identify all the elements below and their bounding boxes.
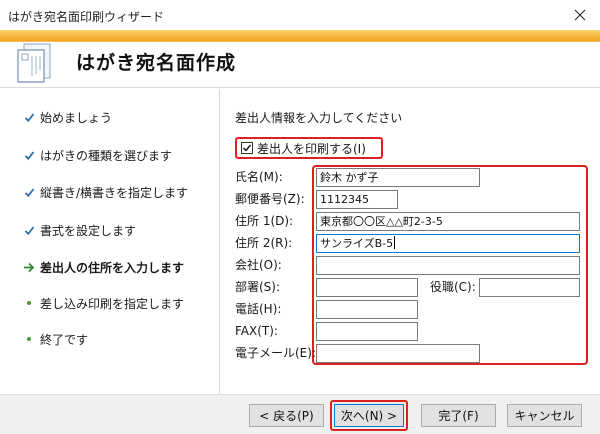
instruction-text: 差出人情報を入力してください: [235, 111, 403, 125]
cancel-button[interactable]: キャンセル: [507, 404, 582, 427]
email-label: 電子メール(E):: [235, 346, 316, 360]
step-label: はがきの種類を選びます: [40, 148, 173, 163]
step-format: 書式を設定します: [18, 220, 136, 240]
phone-label: 電話(H):: [235, 302, 282, 316]
bullet-icon: [18, 301, 40, 305]
name-label: 氏名(M):: [235, 170, 283, 184]
step-start: 始めましょう: [18, 107, 112, 127]
email-field[interactable]: [316, 344, 480, 363]
step-finish: 終了です: [18, 329, 88, 349]
checkmark-icon: [18, 225, 40, 236]
checkmark-icon: [18, 150, 40, 161]
name-field[interactable]: 鈴木 かず子: [316, 168, 480, 187]
fax-label: FAX(T):: [235, 324, 278, 338]
title-bar: はがき宛名面印刷ウィザード: [0, 0, 600, 30]
window-title: はがき宛名面印刷ウィザード: [8, 10, 165, 24]
step-label: 縦書き/横書きを指定します: [40, 185, 189, 200]
step-label: 書式を設定します: [40, 223, 137, 238]
print-sender-option[interactable]: 差出人を印刷する(I): [235, 137, 383, 159]
page-title: はがき宛名面作成: [76, 52, 237, 74]
address2-value: サンライズB-5: [320, 237, 394, 250]
address2-field[interactable]: サンライズB-5: [316, 234, 580, 253]
phone-field[interactable]: [316, 300, 418, 319]
step-label: 差し込み印刷を指定します: [40, 296, 185, 311]
wizard-banner: はがき宛名面作成: [0, 30, 600, 88]
step-card-type: はがきの種類を選びます: [18, 145, 172, 165]
checkmark-icon: [18, 112, 40, 123]
step-merge-print: 差し込み印刷を指定します: [18, 293, 184, 313]
finish-button[interactable]: 完了(F): [421, 404, 496, 427]
close-icon[interactable]: [568, 3, 592, 27]
arrow-right-icon: [18, 262, 40, 273]
sender-info-panel: 差出人情報を入力してください 差出人を印刷する(I) 氏名(M): 鈴木 かず子…: [221, 89, 600, 394]
step-sender-address: 差出人の住所を入力します: [18, 257, 184, 277]
address1-label: 住所 1(D):: [235, 214, 294, 228]
address1-field[interactable]: 東京都〇〇区△△町2-3-5: [316, 212, 580, 231]
text-caret: [394, 236, 396, 249]
company-label: 会社(O):: [235, 258, 282, 272]
position-label: 役職(C):: [430, 280, 476, 294]
print-sender-label: 差出人を印刷する(I): [257, 141, 366, 156]
fax-field[interactable]: [316, 322, 418, 341]
postcard-wizard-icon: [14, 40, 58, 84]
postal-code-field[interactable]: 1112345: [316, 190, 398, 209]
department-label: 部署(S):: [235, 280, 281, 294]
step-label: 終了です: [40, 332, 89, 347]
position-field[interactable]: [479, 278, 580, 297]
bullet-icon: [18, 337, 40, 341]
company-field[interactable]: [316, 256, 580, 275]
department-field[interactable]: [316, 278, 418, 297]
wizard-footer: < 戻る(P) 次へ(N) > 完了(F) キャンセル: [0, 394, 600, 434]
step-label: 始めましょう: [40, 110, 113, 125]
step-label: 差出人の住所を入力します: [40, 260, 185, 275]
back-button[interactable]: < 戻る(P): [249, 404, 324, 427]
wizard-steps: 始めましょう はがきの種類を選びます 縦書き/横書きを指定します 書式を設定しま…: [0, 89, 220, 394]
print-sender-checkbox[interactable]: [241, 142, 253, 154]
checkmark-icon: [18, 187, 40, 198]
address2-label: 住所 2(R):: [235, 236, 293, 250]
postal-label: 郵便番号(Z):: [235, 192, 305, 206]
step-orientation: 縦書き/横書きを指定します: [18, 182, 188, 202]
next-button[interactable]: 次へ(N) >: [334, 404, 404, 427]
